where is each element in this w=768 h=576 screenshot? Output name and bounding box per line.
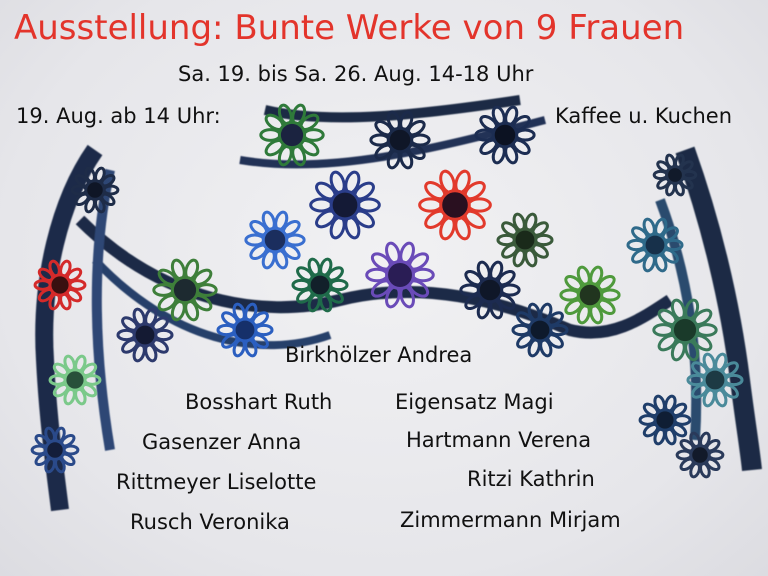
artist-name: Eigensatz Magi xyxy=(395,390,554,414)
opening-day-note: 19. Aug. ab 14 Uhr: xyxy=(16,104,221,128)
artist-name: Birkhölzer Andrea xyxy=(285,343,473,367)
flower-motif xyxy=(30,426,80,474)
flower-motif xyxy=(675,431,725,479)
artist-name: Rusch Veronika xyxy=(130,510,290,534)
artist-name: Zimmermann Mirjam xyxy=(400,508,621,532)
shawl-flower-motifs xyxy=(30,103,744,479)
flower-motif xyxy=(48,354,102,406)
flower-motif xyxy=(638,394,692,446)
flower-motif xyxy=(309,170,381,240)
flower-motif xyxy=(244,210,306,270)
exhibition-dates: Sa. 19. bis Sa. 26. Aug. 14-18 Uhr xyxy=(178,62,534,86)
flower-motif xyxy=(559,265,621,325)
artist-name: Rittmeyer Liselotte xyxy=(116,470,317,494)
artist-name: Hartmann Verena xyxy=(406,428,592,452)
page-title: Ausstellung: Bunte Werke von 9 Frauen xyxy=(14,8,685,48)
artist-name: Bosshart Ruth xyxy=(185,390,333,414)
refreshments-note: Kaffee u. Kuchen xyxy=(555,104,733,128)
flower-motif xyxy=(418,169,492,241)
artist-name: Gasenzer Anna xyxy=(142,430,302,454)
artist-name: Ritzi Kathrin xyxy=(467,467,595,491)
flower-motif xyxy=(496,212,554,268)
